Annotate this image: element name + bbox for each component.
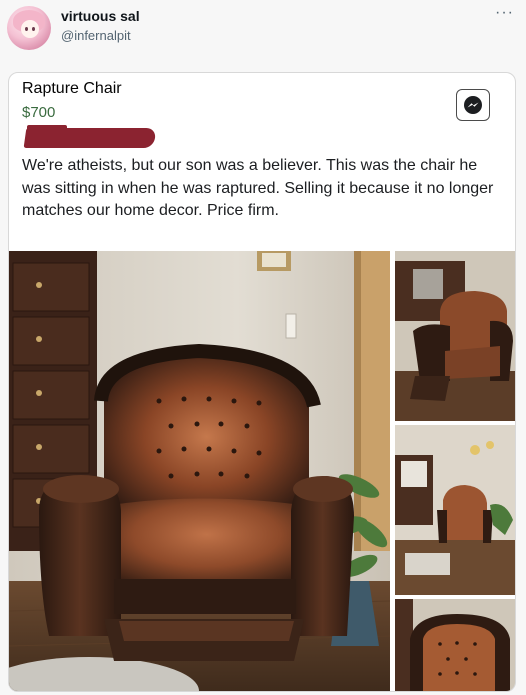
chair-thumbnail-illustration <box>395 599 515 691</box>
listing-title: Rapture Chair <box>22 80 122 97</box>
listing-screenshot-card: Rapture Chair $700 We're atheists, but o… <box>8 72 516 692</box>
chair-thumbnail-illustration <box>395 425 515 595</box>
photo-thumbnail[interactable] <box>395 251 515 421</box>
listing-price: $700 <box>22 104 56 121</box>
avatar-eye <box>25 27 28 31</box>
chair-photo-illustration <box>9 251 390 691</box>
photo-thumbnail[interactable] <box>395 425 515 595</box>
messenger-icon <box>464 96 482 114</box>
redaction-mark <box>23 128 157 148</box>
more-horizontal-icon[interactable]: ··· <box>495 4 514 22</box>
avatar-eye <box>32 27 35 31</box>
photo-thumbnail[interactable] <box>395 599 515 691</box>
avatar-face <box>21 20 39 38</box>
messenger-button[interactable] <box>456 89 490 121</box>
user-handle[interactable]: @infernalpit <box>61 28 131 43</box>
post-header: virtuous sal @infernalpit ··· <box>0 0 526 60</box>
main-listing-photo[interactable] <box>9 251 390 691</box>
chair-thumbnail-illustration <box>395 251 515 421</box>
avatar[interactable] <box>7 6 51 50</box>
display-name[interactable]: virtuous sal <box>61 8 140 24</box>
listing-description: We're atheists, but our son was a believ… <box>22 157 494 219</box>
